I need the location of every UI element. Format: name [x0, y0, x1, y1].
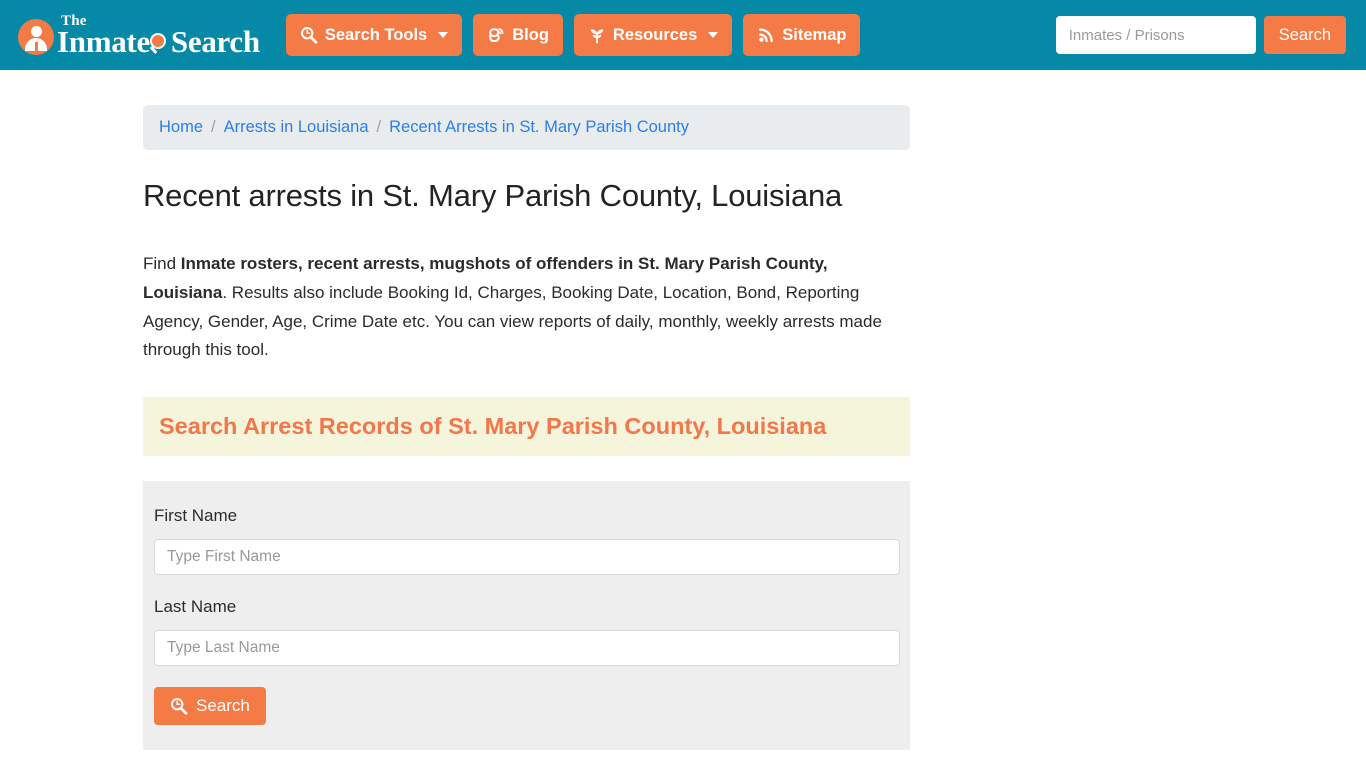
- breadcrumb-item-arrests-in-louisiana[interactable]: Arrests in Louisiana: [224, 118, 369, 137]
- nav-sitemap-label: Sitemap: [782, 25, 847, 44]
- intro-paragraph: Find Inmate rosters, recent arrests, mug…: [143, 250, 910, 365]
- intro-rest: . Results also include Booking Id, Charg…: [143, 282, 882, 360]
- site-logo[interactable]: The Inmate Search: [18, 11, 260, 59]
- intro-lead: Find: [143, 254, 181, 273]
- leaf-icon: [588, 26, 606, 44]
- rss-icon: [757, 26, 775, 44]
- header-search-input[interactable]: [1055, 16, 1256, 54]
- nav-sitemap-button[interactable]: Sitemap: [743, 14, 861, 56]
- nav-resources-label: Resources: [612, 25, 698, 44]
- form-search-button[interactable]: Search: [154, 687, 266, 726]
- nav-blog-label: Blog: [512, 25, 549, 44]
- person-in-circle-icon: [18, 18, 54, 55]
- header-search: Search: [1055, 16, 1346, 54]
- magnifier-icon: [149, 33, 170, 54]
- nav-search-tools-button[interactable]: Search Tools: [285, 14, 463, 56]
- main-nav: Search Tools Blog Resources Sitemap: [285, 14, 861, 56]
- main-column: Home / Arrests in Louisiana / Recent Arr…: [143, 105, 910, 751]
- logo-word-search: Search: [170, 23, 260, 59]
- nav-search-tools-label: Search Tools: [324, 25, 428, 44]
- nav-resources-button[interactable]: Resources: [573, 14, 733, 56]
- page-body: Home / Arrests in Louisiana / Recent Arr…: [0, 70, 1366, 751]
- chevron-down-icon: [438, 32, 449, 38]
- form-search-label: Search: [196, 696, 250, 716]
- sidebar-column: [910, 105, 1223, 750]
- header-search-button[interactable]: Search: [1263, 16, 1346, 54]
- arrest-search-form: First Name Last Name Search: [143, 481, 910, 751]
- magnifier-icon: [170, 697, 188, 715]
- breadcrumb-item-current: Recent Arrests in St. Mary Parish County: [389, 118, 689, 136]
- content-container: Home / Arrests in Louisiana / Recent Arr…: [128, 105, 1238, 751]
- breadcrumb-separator: /: [211, 118, 216, 136]
- nav-blog-button[interactable]: Blog: [473, 14, 563, 56]
- last-name-group: Last Name: [154, 597, 900, 667]
- search-tools-icon: [300, 26, 318, 44]
- last-name-input[interactable]: [154, 630, 900, 667]
- first-name-group: First Name: [154, 506, 900, 576]
- breadcrumb-item-home[interactable]: Home: [159, 118, 203, 137]
- site-header: The Inmate Search Search Tools Blog Reso…: [0, 0, 1366, 70]
- last-name-label: Last Name: [154, 597, 237, 617]
- first-name-input[interactable]: [154, 539, 900, 576]
- page-title: Recent arrests in St. Mary Parish County…: [143, 178, 843, 213]
- search-banner: Search Arrest Records of St. Mary Parish…: [143, 397, 910, 457]
- breadcrumb-separator: /: [376, 118, 382, 136]
- logo-word-inmate: Inmate: [57, 23, 150, 59]
- breadcrumb: Home / Arrests in Louisiana / Recent Arr…: [143, 105, 910, 150]
- search-banner-title: Search Arrest Records of St. Mary Parish…: [159, 413, 827, 440]
- chevron-down-icon: [708, 32, 719, 38]
- blogger-icon: [487, 26, 505, 44]
- first-name-label: First Name: [154, 506, 238, 526]
